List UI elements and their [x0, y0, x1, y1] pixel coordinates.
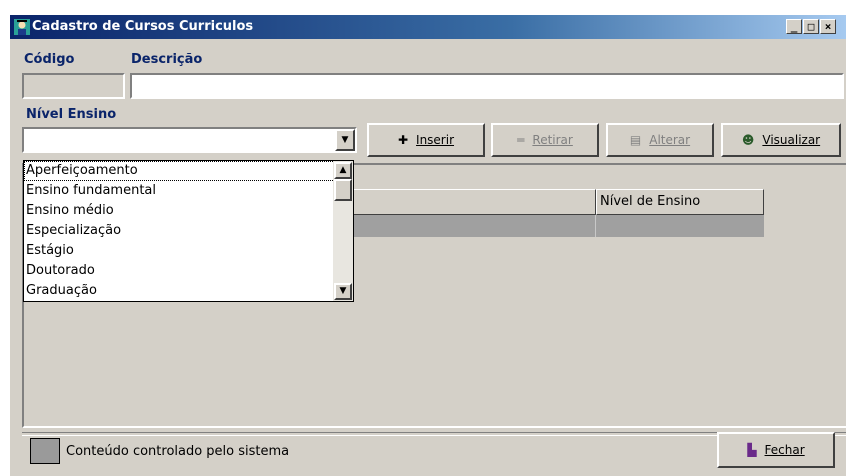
retirar-button[interactable]: ═ Retirar: [491, 123, 599, 157]
legend-swatch: [30, 438, 60, 464]
chevron-down-icon: ▼: [340, 286, 347, 296]
visualizar-label: Visualizar: [762, 133, 820, 147]
edit-document-icon: ▤: [630, 133, 641, 147]
chevron-down-icon: ▼: [342, 135, 349, 145]
app-icon: [14, 19, 30, 35]
scroll-up-button[interactable]: ▲: [334, 162, 352, 179]
descricao-field[interactable]: [130, 73, 844, 99]
fechar-label: Fechar: [765, 443, 805, 457]
list-item[interactable]: Doutorado: [24, 261, 353, 281]
nivel-ensino-label: Nível Ensino: [26, 107, 116, 122]
title-bar[interactable]: Cadastro de Cursos Curriculos _ □ ×: [10, 15, 846, 39]
maximize-button[interactable]: □: [803, 19, 819, 34]
plus-icon: ✚: [398, 133, 408, 147]
close-button[interactable]: ×: [820, 19, 836, 34]
nivel-ensino-dropdown-list[interactable]: Aperfeiçoamento Ensino fundamental Ensin…: [23, 160, 354, 302]
minus-icon: ═: [517, 133, 524, 147]
fechar-button[interactable]: ▙ Fechar: [717, 432, 835, 468]
legend-text: Conteúdo controlado pelo sistema: [66, 444, 289, 459]
exit-door-icon: ▙: [747, 443, 756, 457]
alterar-button[interactable]: ▤ Alterar: [606, 123, 714, 157]
combo-dropdown-button[interactable]: ▼: [335, 129, 355, 151]
visualizar-button[interactable]: ☻ Visualizar: [721, 123, 841, 157]
grid-divider: [595, 215, 596, 237]
person-view-icon: ☻: [742, 133, 755, 147]
list-item[interactable]: Estágio: [24, 241, 353, 261]
list-item[interactable]: Especialização: [24, 221, 353, 241]
list-item[interactable]: Ensino médio: [24, 201, 353, 221]
nivel-ensino-combobox[interactable]: ▼: [22, 127, 357, 153]
dropdown-scrollbar[interactable]: ▲ ▼: [333, 161, 353, 301]
minimize-button[interactable]: _: [786, 19, 802, 34]
codigo-label: Código: [24, 52, 74, 67]
chevron-up-icon: ▲: [340, 165, 347, 175]
list-item[interactable]: Aperfeiçoamento: [24, 161, 353, 181]
descricao-label: Descrição: [131, 52, 202, 67]
inserir-label: Inserir: [416, 133, 454, 147]
alterar-label: Alterar: [649, 133, 690, 147]
retirar-label: Retirar: [532, 133, 572, 147]
scroll-thumb[interactable]: [334, 179, 352, 201]
inserir-button[interactable]: ✚ Inserir: [367, 123, 485, 157]
list-item[interactable]: Graduação: [24, 281, 353, 301]
window-title: Cadastro de Cursos Curriculos: [32, 19, 253, 34]
grid-header-nivel-ensino[interactable]: Nível de Ensino: [596, 189, 764, 215]
list-item[interactable]: Ensino fundamental: [24, 181, 353, 201]
scroll-down-button[interactable]: ▼: [334, 283, 352, 300]
codigo-field[interactable]: [22, 73, 125, 99]
